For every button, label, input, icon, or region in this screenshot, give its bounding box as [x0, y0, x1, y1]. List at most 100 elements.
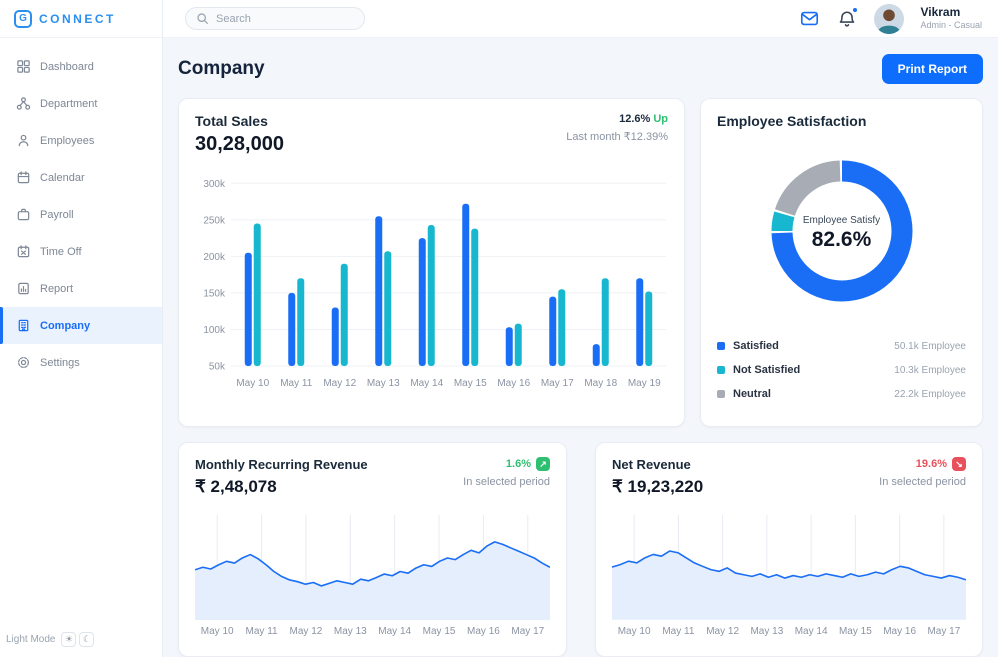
- mrr-value: ₹ 2,48,078: [195, 477, 368, 497]
- topbar: Vikram Admin - Casual: [163, 0, 998, 38]
- notification-dot: [852, 7, 858, 13]
- satisfaction-title: Employee Satisfaction: [717, 113, 966, 129]
- avatar[interactable]: [874, 4, 904, 34]
- mrr-change: 1.6% ↗: [463, 457, 550, 471]
- company-icon: [16, 318, 31, 333]
- user-role: Admin - Casual: [920, 20, 982, 31]
- sidebar-item-payroll[interactable]: Payroll: [0, 196, 162, 233]
- department-icon: [16, 96, 31, 111]
- svg-text:100k: 100k: [203, 325, 226, 336]
- legend-label: Neutral: [733, 388, 771, 400]
- moon-icon[interactable]: ☾: [79, 632, 94, 647]
- theme-switcher: Light Mode ☀ ☾: [0, 624, 162, 657]
- svg-text:May 17: May 17: [541, 378, 574, 389]
- settings-icon: [16, 355, 31, 370]
- user-name: Vikram: [920, 5, 982, 20]
- report-icon: [16, 281, 31, 296]
- svg-text:200k: 200k: [203, 252, 226, 263]
- trend-down-icon: ↘: [952, 457, 966, 471]
- x-axis-label: May 10: [612, 626, 656, 637]
- legend-label: Satisfied: [733, 340, 779, 352]
- net-revenue-line-chart: [612, 511, 966, 620]
- svg-text:May 18: May 18: [584, 378, 617, 389]
- net-revenue-x-labels: May 10May 11May 12May 13May 14May 15May …: [612, 626, 966, 637]
- x-axis-label: May 17: [506, 626, 550, 637]
- sidebar-item-company[interactable]: Company: [0, 307, 162, 344]
- employees-icon: [16, 133, 31, 148]
- sidebar-nav: Dashboard Department Employees Calendar Payr…: [0, 38, 162, 624]
- sidebar-item-label: Employees: [40, 135, 94, 147]
- page-title: Company: [178, 58, 265, 80]
- total-sales-card: Total Sales 30,28,000 12.6%Up Last month…: [178, 98, 685, 427]
- sidebar-item-dashboard[interactable]: Dashboard: [0, 48, 162, 85]
- sidebar-item-label: Company: [40, 320, 90, 332]
- satisfaction-donut-chart: Employee Satisfy 82.6%: [754, 143, 930, 324]
- donut-center-label: Employee Satisfy: [803, 215, 880, 226]
- x-axis-label: May 11: [656, 626, 700, 637]
- legend-value: 22.2k Employee: [894, 389, 966, 400]
- svg-text:May 12: May 12: [323, 378, 356, 389]
- payroll-icon: [16, 207, 31, 222]
- total-sales-bar-chart: 300k250k200k150k100k50kMay 10May 11May 1…: [195, 166, 668, 398]
- sidebar-item-calendar[interactable]: Calendar: [0, 159, 162, 196]
- dashboard-icon: [16, 59, 31, 74]
- search-icon: [196, 12, 209, 25]
- sidebar-item-department[interactable]: Department: [0, 85, 162, 122]
- search-box[interactable]: [185, 7, 365, 30]
- sidebar-item-label: Payroll: [40, 209, 74, 221]
- legend-swatch: [717, 390, 725, 398]
- logo-text: CONNECT: [39, 12, 116, 26]
- user-info[interactable]: Vikram Admin - Casual: [920, 5, 982, 31]
- logo-icon: G: [14, 10, 32, 28]
- search-input[interactable]: [216, 13, 354, 25]
- sidebar-item-report[interactable]: Report: [0, 270, 162, 307]
- calendar-icon: [16, 170, 31, 185]
- trend-up-icon: ↗: [536, 457, 550, 471]
- sidebar-item-time-off[interactable]: Time Off: [0, 233, 162, 270]
- x-axis-label: May 15: [417, 626, 461, 637]
- sun-icon[interactable]: ☀: [61, 632, 76, 647]
- net-revenue-subtext: In selected period: [879, 476, 966, 488]
- timeoff-icon: [16, 244, 31, 259]
- logo: G CONNECT: [0, 0, 162, 38]
- x-axis-label: May 11: [239, 626, 283, 637]
- app-root: G CONNECT Dashboard Department Employees Ca…: [0, 0, 998, 657]
- mail-icon[interactable]: [798, 8, 820, 30]
- x-axis-label: May 14: [789, 626, 833, 637]
- bell-icon[interactable]: [836, 8, 858, 30]
- svg-text:May 13: May 13: [367, 378, 400, 389]
- employee-satisfaction-card: Employee Satisfaction Employee Satisfy 8…: [700, 98, 983, 427]
- x-axis-label: May 16: [878, 626, 922, 637]
- mrr-title: Monthly Recurring Revenue: [195, 457, 368, 472]
- x-axis-label: May 14: [373, 626, 417, 637]
- light-mode-label: Light Mode: [6, 634, 55, 645]
- svg-text:May 11: May 11: [280, 378, 312, 389]
- x-axis-label: May 16: [461, 626, 505, 637]
- x-axis-label: May 12: [701, 626, 745, 637]
- sidebar-item-settings[interactable]: Settings: [0, 344, 162, 381]
- sidebar-item-employees[interactable]: Employees: [0, 122, 162, 159]
- legend-row: Not Satisfied10.3k Employee: [717, 364, 966, 376]
- print-report-button[interactable]: Print Report: [882, 54, 983, 84]
- svg-text:May 16: May 16: [497, 378, 530, 389]
- x-axis-label: May 10: [195, 626, 239, 637]
- sidebar-item-label: Time Off: [40, 246, 82, 258]
- sidebar-item-label: Settings: [40, 357, 80, 369]
- x-axis-label: May 12: [284, 626, 328, 637]
- satisfaction-legend: Satisfied 50.1k Employee Not Satisfied10.3…: [717, 340, 966, 400]
- net-revenue-title: Net Revenue: [612, 457, 703, 472]
- svg-text:50k: 50k: [209, 362, 226, 373]
- svg-text:150k: 150k: [203, 288, 226, 299]
- sidebar-item-label: Report: [40, 283, 73, 295]
- sidebar: G CONNECT Dashboard Department Employees Ca…: [0, 0, 163, 657]
- donut-center-value: 82.6%: [812, 228, 872, 252]
- svg-text:May 15: May 15: [454, 378, 487, 389]
- legend-value: 50.1k Employee: [894, 341, 966, 352]
- total-sales-subtext: Last month ₹12.39%: [566, 130, 668, 143]
- sidebar-item-label: Department: [40, 98, 97, 110]
- legend-row: Satisfied 50.1k Employee: [717, 340, 966, 352]
- mrr-line-chart: [195, 511, 550, 620]
- total-sales-change: 12.6%Up: [566, 113, 668, 125]
- net-revenue-card: Net Revenue ₹ 19,23,220 19.6% ↘ In selec…: [595, 442, 983, 657]
- legend-value: 10.3k Employee: [894, 365, 966, 376]
